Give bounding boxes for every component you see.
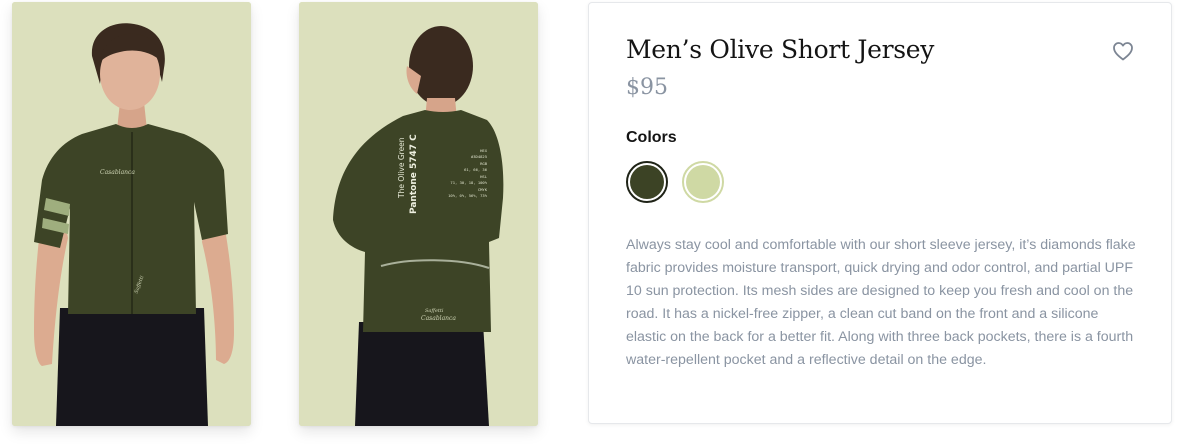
back-vertical-line2: Pantone 5747 C — [409, 134, 419, 214]
product-price: $95 — [626, 75, 668, 100]
pocket-logo-2: Casablanca — [421, 315, 456, 322]
spec-line: 61, 66, 36 — [464, 167, 488, 172]
product-title: Men’s Olive Short Jersey — [626, 35, 935, 64]
spec-line: HEX — [480, 148, 488, 153]
front-chest-logo: Casablanca — [100, 169, 135, 176]
model-back-illustration: The Olive Green Pantone 5747 C HEX #3D48… — [299, 2, 538, 426]
pocket-logo-1: Saffetti — [425, 308, 444, 314]
color-swatch-olive-fill — [630, 165, 664, 199]
spec-line: 71, 30, 18, 100% — [450, 180, 487, 185]
model-front-illustration: Casablanca Saffetti — [12, 2, 251, 426]
color-swatch-olive[interactable] — [626, 161, 668, 203]
spec-line: CMYK — [478, 187, 488, 192]
product-info-card: Men’s Olive Short Jersey $95 Colors Alwa… — [588, 2, 1172, 424]
spec-line: RGB — [480, 161, 488, 166]
heart-outline-icon[interactable] — [1111, 39, 1135, 63]
product-image-back[interactable]: The Olive Green Pantone 5747 C HEX #3D48… — [299, 2, 538, 426]
spec-line: #3D4825 — [471, 154, 487, 159]
colors-label: Colors — [626, 129, 677, 146]
color-swatch-light-sage-fill — [686, 165, 720, 199]
color-swatch-light-sage[interactable] — [682, 161, 724, 203]
spec-line: HSL — [480, 174, 488, 179]
spec-line: 10%, 0%, 56%, 73% — [448, 193, 488, 198]
product-description: Always stay cool and comfortable with ou… — [626, 237, 1136, 368]
back-vertical-line1: The Olive Green — [397, 137, 406, 199]
product-image-front[interactable]: Casablanca Saffetti — [12, 2, 251, 426]
